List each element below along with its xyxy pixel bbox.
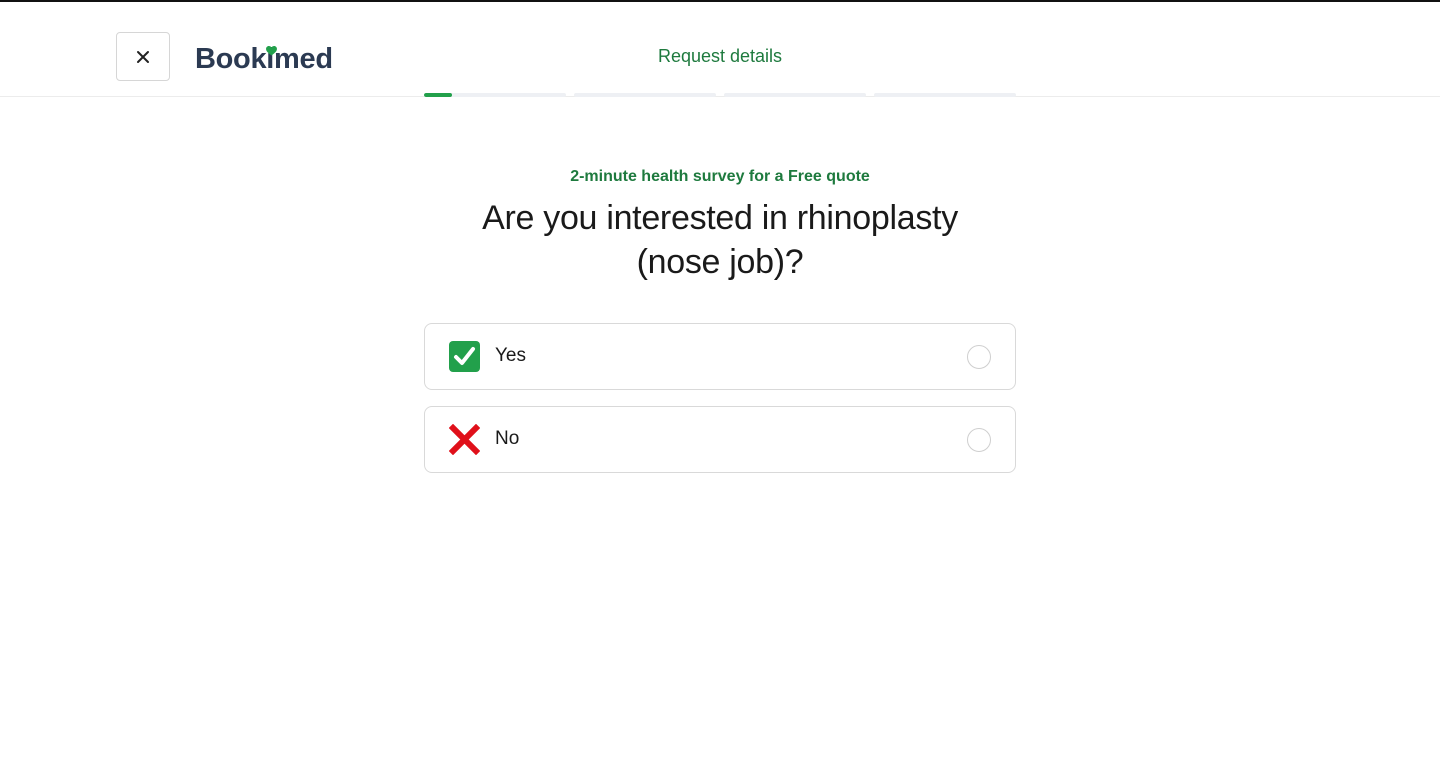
option-label: Yes	[495, 345, 526, 366]
cross-mark-icon	[449, 424, 480, 455]
header: Bookimed Request details	[0, 2, 1440, 97]
progress-step-1	[424, 93, 566, 97]
progress-step-3	[724, 93, 866, 97]
progress-step-fill	[424, 93, 452, 97]
survey-subtitle: 2-minute health survey for a Free quote	[570, 168, 870, 185]
check-mark-icon	[449, 341, 480, 372]
radio-button[interactable]	[967, 345, 991, 369]
option-no[interactable]: No	[424, 406, 1016, 473]
radio-button[interactable]	[967, 428, 991, 452]
progress-step-2	[574, 93, 716, 97]
progress-bar	[424, 93, 1016, 97]
option-yes[interactable]: Yes	[424, 323, 1016, 390]
option-label: No	[495, 428, 520, 449]
page-title: Request details	[657, 46, 783, 66]
survey-question: Are you interested in rhinoplasty (nose …	[482, 199, 958, 281]
progress-step-4	[874, 93, 1016, 97]
